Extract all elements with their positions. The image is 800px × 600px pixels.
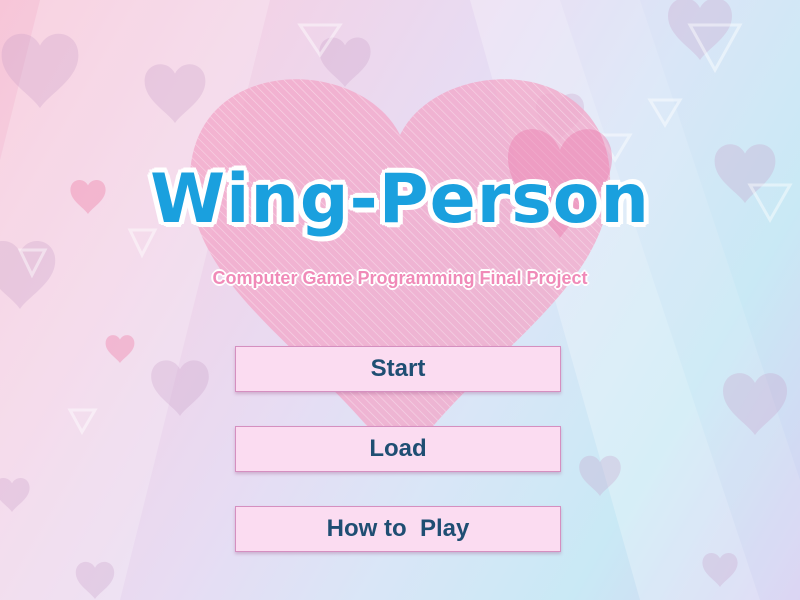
load-button[interactable]: Load: [235, 426, 561, 472]
how-to-play-button-label: How to Play: [326, 515, 470, 542]
load-button-label: Load: [369, 435, 427, 462]
game-title: Wing-Person: [150, 160, 650, 239]
main-menu-screen: Wing-Person Computer Game Programming Fi…: [0, 0, 800, 600]
start-button[interactable]: Start: [235, 346, 561, 392]
how-to-play-button[interactable]: How to Play: [235, 506, 561, 552]
game-subtitle: Computer Game Programming Final Project: [212, 268, 588, 288]
start-button-label: Start: [370, 355, 426, 382]
